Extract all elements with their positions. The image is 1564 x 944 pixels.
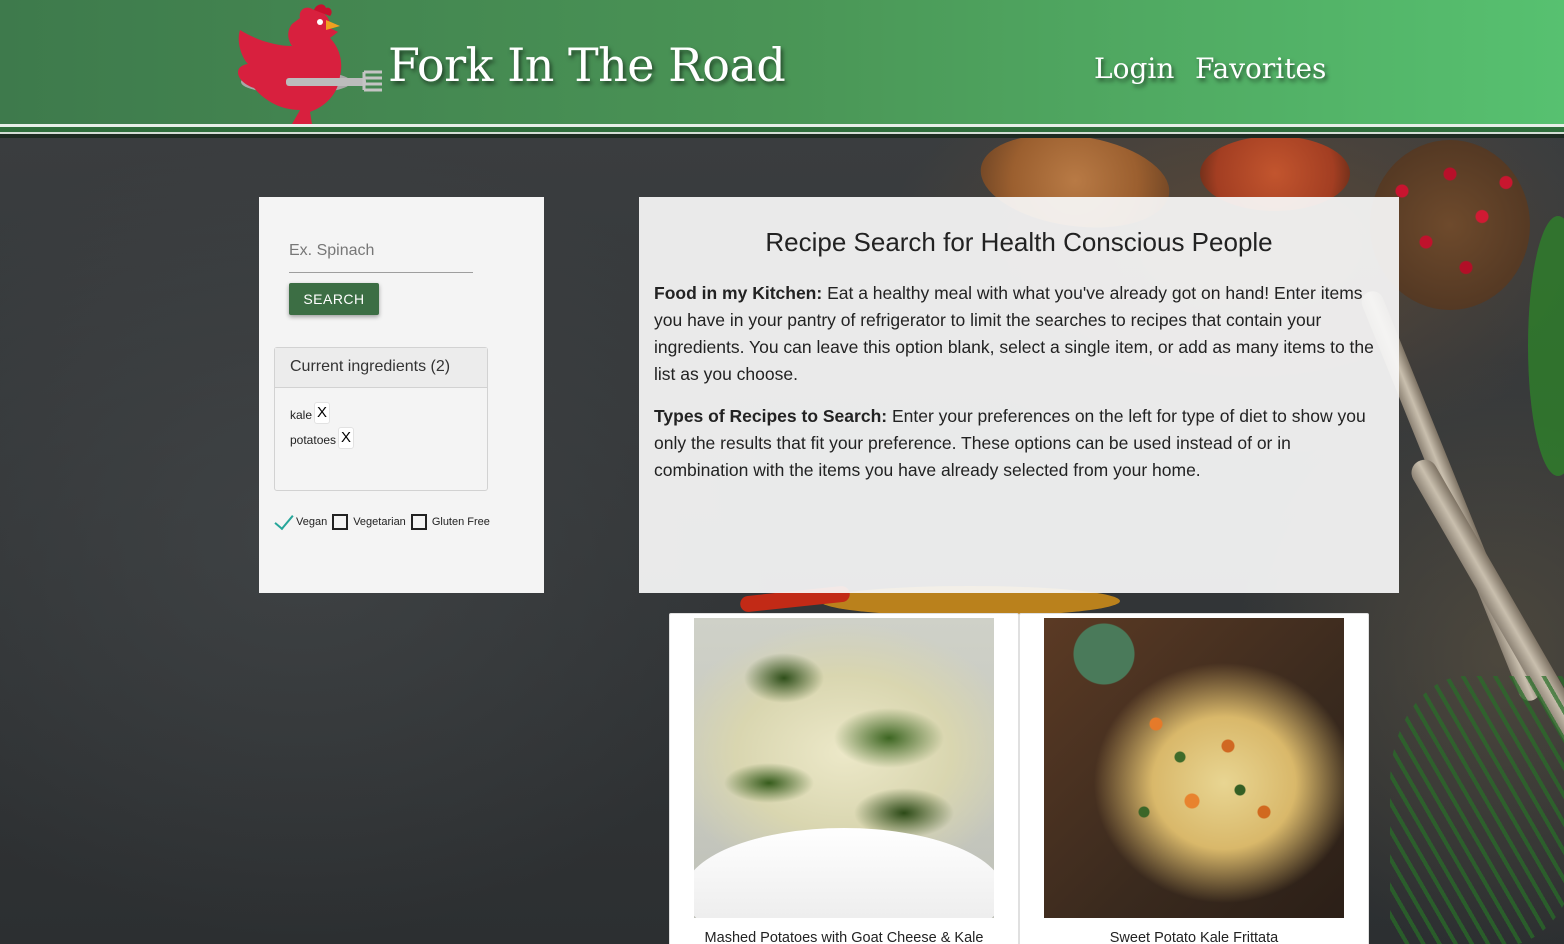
diet-filters: Vegan Vegetarian Gluten Free [273,513,495,531]
recipe-types-description: Types of Recipes to Search: Enter your p… [654,403,1384,484]
ingredient-list: kale X potatoes X [275,388,487,462]
kitchen-heading: Food in my Kitchen: [654,283,823,303]
recipe-types-heading: Types of Recipes to Search: [654,406,888,426]
frittata-shape [1084,658,1324,878]
ingredient-name: potatoes [290,432,337,447]
site-title[interactable]: Fork In The Road [388,38,786,92]
gluten-free-label: Gluten Free [431,516,490,528]
ingredient-item: kale X [290,400,472,425]
vegan-checkbox[interactable]: Vegan [273,513,327,531]
current-ingredients-box: Current ingredients (2) kale X potatoes … [274,347,488,491]
rosemary-image [1390,676,1564,944]
search-panel: SEARCH Current ingredients (2) kale X po… [259,197,544,593]
recipe-image[interactable] [694,618,994,918]
checkmark-icon [273,513,293,531]
header-divider [0,124,1564,138]
ingredient-search-input[interactable] [289,229,473,273]
vegetarian-checkbox[interactable]: Vegetarian [332,514,406,530]
remove-ingredient-button[interactable]: X [338,426,355,449]
recipe-title[interactable]: Mashed Potatoes with Goat Cheese & Kale [670,930,1018,944]
unchecked-box-icon [332,514,349,530]
bowl-shape [694,828,994,918]
recipe-card[interactable]: Sweet Potato Kale Frittata [1019,613,1369,944]
kitchen-description: Food in my Kitchen: Eat a healthy meal w… [654,280,1384,388]
unchecked-box-icon [410,514,427,530]
login-link[interactable]: Login [1094,52,1174,85]
intro-panel: Recipe Search for Health Conscious Peopl… [639,197,1399,593]
gluten-free-checkbox[interactable]: Gluten Free [410,514,490,530]
recipe-title[interactable]: Sweet Potato Kale Frittata [1020,930,1368,944]
ingredient-item: potatoes X [290,425,472,450]
site-header: Fork In The Road Login Favorites [0,0,1564,124]
page-title: Recipe Search for Health Conscious Peopl… [765,227,1273,257]
ingredient-name: kale [290,407,313,422]
leaf-image [1528,216,1564,476]
remove-ingredient-button[interactable]: X [314,401,331,424]
search-button[interactable]: SEARCH [289,283,379,315]
vegetarian-label: Vegetarian [353,516,406,528]
current-ingredients-heading: Current ingredients (2) [275,348,487,388]
vegan-label: Vegan [296,516,328,528]
hen-fork-logo-icon[interactable] [226,2,386,128]
recipe-image[interactable] [1044,618,1344,918]
recipe-card[interactable]: Mashed Potatoes with Goat Cheese & Kale [669,613,1019,944]
favorites-link[interactable]: Favorites [1195,52,1326,85]
